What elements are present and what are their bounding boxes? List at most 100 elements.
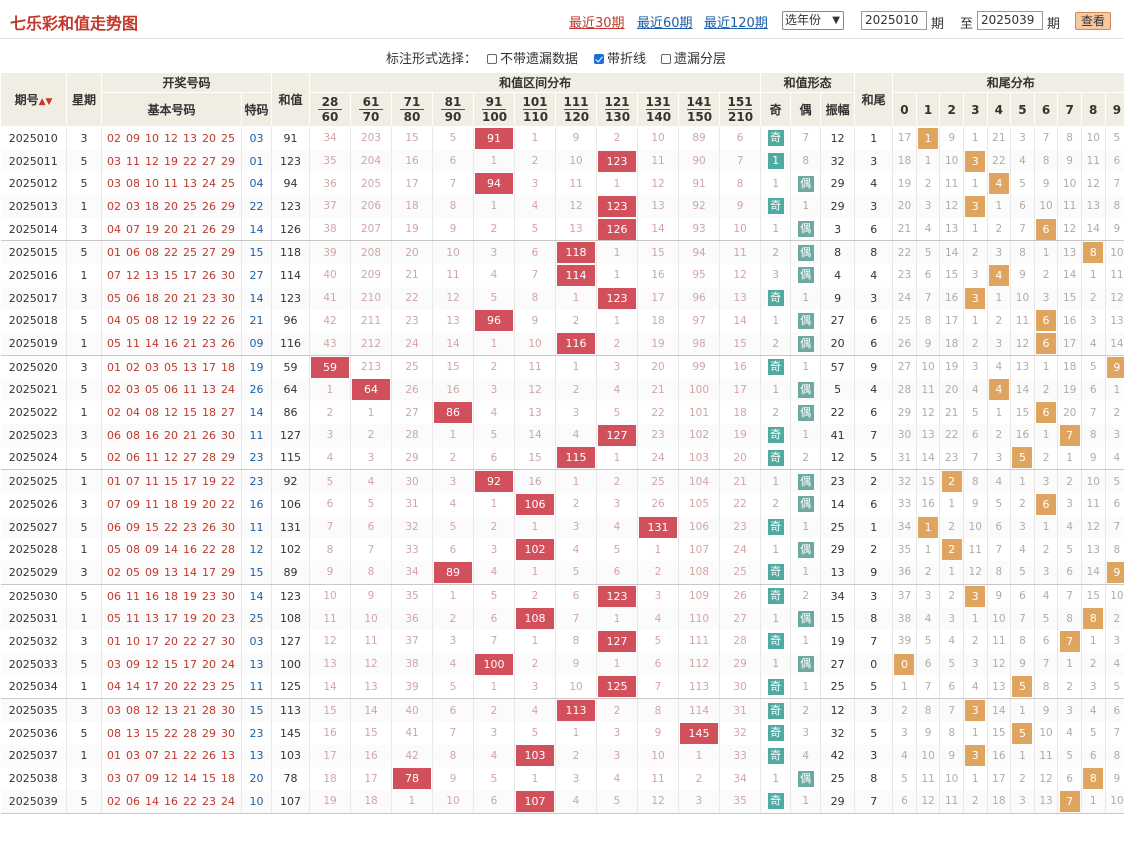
checkbox-layered[interactable] <box>661 54 671 64</box>
year-select-label: 选年份 <box>785 13 822 27</box>
year-select[interactable]: 选年份 ▼ <box>782 11 844 30</box>
nav-recent-30[interactable]: 最近30期 <box>569 12 625 31</box>
basic-number: 17 <box>183 657 197 671</box>
basic-number: 07 <box>145 749 159 763</box>
range-hit-cell: 59 <box>309 355 352 379</box>
range-high: 120 <box>564 109 590 124</box>
tail-miss-cell: 9 <box>1105 217 1124 242</box>
special-number-cell: 19 <box>241 355 273 379</box>
option-polyline[interactable]: 带折线 <box>594 48 646 67</box>
tail-miss-cell: 4 <box>1034 584 1059 608</box>
even-cell: 3 <box>790 721 822 745</box>
basic-number: 20 <box>202 657 216 671</box>
range-miss-cell: 8 <box>719 172 762 196</box>
col-range-group: 和值区间分布 <box>309 72 762 93</box>
range-miss-cell: 1 <box>473 675 516 700</box>
sum-cell: 114 <box>271 264 311 287</box>
range-low: 151 <box>727 95 753 109</box>
tail-hit-marker: 3 <box>965 287 986 309</box>
nav-recent-60[interactable]: 最近60期 <box>637 12 693 31</box>
nav-recent-120[interactable]: 最近120期 <box>704 12 768 31</box>
issue-cell: 2025018 <box>0 309 67 333</box>
basic-number: 24 <box>202 177 216 191</box>
col-basic: 基本号码 <box>101 92 242 127</box>
table-row: 2025030 5 06 11 16 18 19 23 30 14 123 10 9 35 1 5 2 6 123 3… <box>0 584 1124 608</box>
option-layered[interactable]: 遗漏分层 <box>661 48 726 67</box>
tail-miss-cell: 4 <box>963 378 988 402</box>
tail-miss-cell: 2 <box>1081 652 1106 676</box>
basic-number: 28 <box>221 543 235 557</box>
range-miss-cell: 15 <box>637 240 680 265</box>
basic-number: 03 <box>107 177 121 191</box>
basic-number: 08 <box>126 428 140 442</box>
basic-number: 21 <box>183 428 197 442</box>
basic-number: 16 <box>145 428 159 442</box>
special-number-cell: 16 <box>241 493 273 516</box>
range-miss-cell: 6 <box>432 698 475 722</box>
range-miss-cell: 39 <box>391 675 434 700</box>
col-digit-9: 9 <box>1104 92 1124 127</box>
view-button[interactable]: 查看 <box>1075 12 1111 30</box>
range-miss-cell: 14 <box>719 309 762 333</box>
basic-numbers-cell: 02 06 14 16 22 23 24 <box>101 789 242 814</box>
from-period-input[interactable]: 2025010 <box>861 11 927 30</box>
range-miss-cell: 6 <box>596 561 639 585</box>
range-miss-cell: 2 <box>473 355 516 379</box>
basic-number: 02 <box>107 383 121 397</box>
tail-hit-cell: 3 <box>963 698 988 722</box>
basic-numbers-cell: 03 09 12 15 17 20 24 <box>101 652 242 676</box>
tail-miss-cell: 8 <box>1010 240 1035 265</box>
special-number-cell: 13 <box>241 744 273 768</box>
range-miss-cell: 1 <box>473 195 516 218</box>
even-cell: 1 <box>790 561 822 585</box>
range-miss-cell: 211 <box>350 309 393 333</box>
range-miss-cell: 19 <box>637 332 680 356</box>
range-miss-cell: 7 <box>637 675 680 700</box>
range-miss-cell: 207 <box>350 217 393 242</box>
odd-cell: 1 <box>760 309 792 333</box>
special-number-cell: 11 <box>241 423 273 447</box>
tail-hit-marker: 6 <box>1036 402 1057 424</box>
basic-number: 10 <box>145 131 159 145</box>
range-miss-cell: 6 <box>637 652 680 676</box>
amplitude-cell: 20 <box>820 332 856 356</box>
even-cell: 2 <box>790 584 822 608</box>
amplitude-cell: 27 <box>820 309 856 333</box>
amplitude-cell: 27 <box>820 652 856 676</box>
basic-number: 11 <box>183 383 197 397</box>
to-period-input[interactable]: 2025039 <box>977 11 1043 30</box>
range-miss-cell: 17 <box>719 378 762 402</box>
tail-miss-cell: 1 <box>963 721 988 745</box>
table-row: 2025037 1 01 03 07 21 22 26 13 13 103 17 16 42 8 4 103 2 3… <box>0 744 1124 768</box>
tail-miss-cell: 3 <box>1034 286 1059 310</box>
basic-number: 23 <box>202 337 216 351</box>
even-cell: 偶 <box>790 378 822 402</box>
tail-miss-cell: 1 <box>939 561 964 585</box>
basic-number: 24 <box>221 657 235 671</box>
tail-miss-cell: 9 <box>987 584 1012 608</box>
tail-miss-cell: 1 <box>1034 355 1059 379</box>
sum-cell: 127 <box>271 630 311 653</box>
tail-cell: 7 <box>854 630 894 653</box>
range-miss-cell: 2 <box>596 332 639 356</box>
even-cell: 8 <box>790 149 822 173</box>
tail-miss-cell: 10 <box>963 515 988 539</box>
issue-cell: 2025010 <box>0 126 67 150</box>
checkbox-polyline[interactable] <box>594 54 604 64</box>
range-miss-cell: 11 <box>514 355 557 379</box>
tail-miss-cell: 1 <box>963 607 988 631</box>
odd-cell: 2 <box>760 240 792 265</box>
tail-hit-marker: 3 <box>965 700 986 722</box>
sum-cell: 64 <box>271 378 311 402</box>
col-issue[interactable]: 期号▲▼ <box>0 72 67 127</box>
sort-icon[interactable]: ▲▼ <box>39 97 53 107</box>
checkbox-no-missing[interactable] <box>487 54 497 64</box>
tail-miss-cell: 3 <box>1057 493 1082 516</box>
tail-miss-cell: 21 <box>892 217 917 242</box>
tail-miss-cell: 10 <box>916 355 941 379</box>
tail-miss-cell: 16 <box>1010 423 1035 447</box>
basic-number: 17 <box>183 475 197 489</box>
option-no-missing[interactable]: 不带遗漏数据 <box>487 48 578 67</box>
tail-hit-cell: 7 <box>1057 630 1082 653</box>
range-miss-cell: 10 <box>309 584 352 608</box>
